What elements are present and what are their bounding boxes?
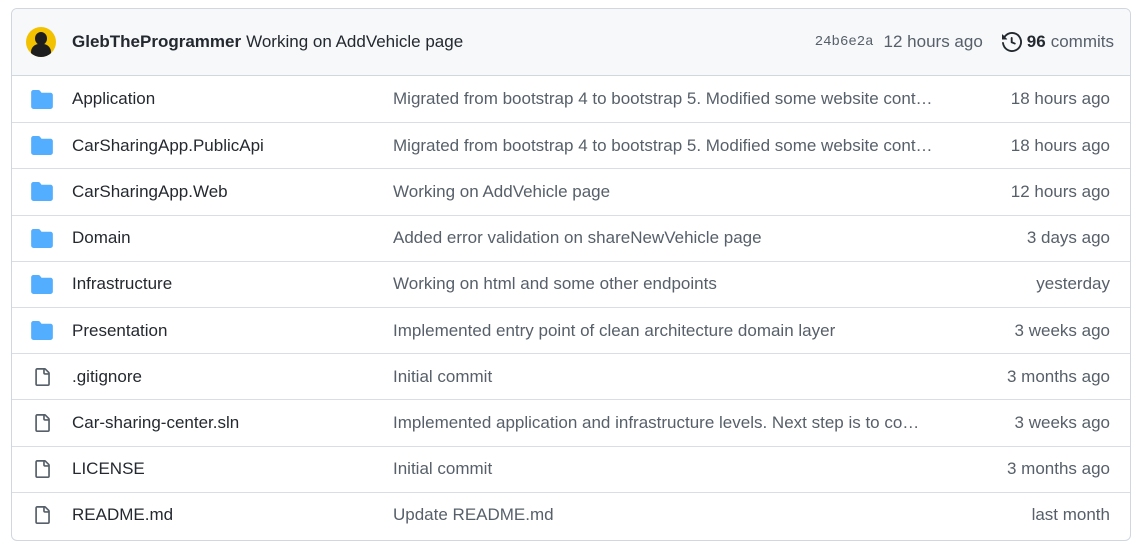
commit-author-link[interactable]: GlebTheProgrammer bbox=[72, 32, 241, 52]
file-icon bbox=[31, 504, 53, 526]
avatar[interactable] bbox=[26, 27, 56, 57]
commit-count: 96 bbox=[1026, 32, 1046, 51]
file-table: Application Migrated from bootstrap 4 to … bbox=[12, 76, 1130, 538]
commit-time: yesterday bbox=[1036, 274, 1110, 294]
file-list-box: GlebTheProgrammer Working on AddVehicle … bbox=[11, 8, 1131, 541]
file-icon bbox=[31, 458, 53, 480]
file-row[interactable]: Application Migrated from bootstrap 4 to … bbox=[12, 76, 1130, 122]
folder-icon bbox=[31, 88, 53, 110]
commit-message-link[interactable]: Added error validation on shareNewVehicl… bbox=[393, 228, 959, 248]
commit-time: 12 hours ago bbox=[883, 32, 983, 51]
file-row[interactable]: CarSharingApp.PublicApi Migrated from boo… bbox=[12, 122, 1130, 168]
file-row[interactable]: LICENSE Initial commit 3 months ago bbox=[12, 445, 1130, 492]
file-row[interactable]: Car-sharing-center.sln Implemented applic… bbox=[12, 399, 1130, 445]
commit-message-link[interactable]: Migrated from bootstrap 4 to bootstrap 5… bbox=[393, 136, 959, 156]
file-name-link[interactable]: CarSharingApp.PublicApi bbox=[72, 136, 264, 156]
commit-message-link[interactable]: Implemented application and infrastructu… bbox=[393, 413, 959, 433]
file-name-link[interactable]: Domain bbox=[72, 228, 131, 248]
file-name-link[interactable]: Presentation bbox=[72, 321, 167, 341]
file-name-link[interactable]: README.md bbox=[72, 505, 173, 525]
commit-message-link[interactable]: Update README.md bbox=[393, 505, 959, 525]
commit-time: 18 hours ago bbox=[1010, 135, 1110, 155]
file-icon bbox=[31, 366, 53, 388]
commit-message-link[interactable]: Initial commit bbox=[393, 367, 959, 387]
commit-time: 3 weeks ago bbox=[1014, 412, 1110, 432]
commit-history-link[interactable]: 96 commits bbox=[1001, 32, 1114, 52]
file-row[interactable]: README.md Update README.md last month bbox=[12, 491, 1130, 538]
file-name-link[interactable]: Infrastructure bbox=[72, 274, 172, 294]
commit-sha-link[interactable]: 24b6e2a bbox=[815, 34, 874, 50]
commit-time: 3 months ago bbox=[1006, 366, 1110, 386]
commit-time: last month bbox=[1031, 505, 1110, 525]
folder-icon bbox=[31, 227, 53, 249]
commit-message-link[interactable]: Implemented entry point of clean archite… bbox=[393, 321, 959, 341]
commit-time: 18 hours ago bbox=[1010, 89, 1110, 109]
file-name-link[interactable]: CarSharingApp.Web bbox=[72, 182, 228, 202]
commit-time: 12 hours ago bbox=[1010, 181, 1110, 201]
commits-label: commits bbox=[1050, 32, 1114, 51]
commit-time: 3 months ago bbox=[1006, 459, 1110, 479]
history-icon bbox=[1001, 32, 1022, 52]
folder-icon bbox=[31, 273, 53, 295]
file-name-link[interactable]: LICENSE bbox=[72, 459, 145, 479]
commit-message-link[interactable]: Working on AddVehicle page bbox=[393, 182, 959, 202]
file-row[interactable]: .gitignore Initial commit 3 months ago bbox=[12, 353, 1130, 399]
file-name-link[interactable]: .gitignore bbox=[72, 367, 142, 387]
file-name-link[interactable]: Car-sharing-center.sln bbox=[72, 413, 239, 433]
folder-icon bbox=[31, 181, 53, 203]
file-row[interactable]: Presentation Implemented entry point of c… bbox=[12, 306, 1130, 353]
folder-icon bbox=[31, 320, 53, 342]
commit-time: 3 days ago bbox=[1026, 228, 1110, 248]
commit-message-link[interactable]: Working on AddVehicle page bbox=[246, 32, 463, 52]
file-icon bbox=[31, 412, 53, 434]
commit-message-link[interactable]: Initial commit bbox=[393, 459, 959, 479]
file-row[interactable]: Infrastructure Working on html and some o… bbox=[12, 260, 1130, 307]
file-name-link[interactable]: Application bbox=[72, 89, 155, 109]
commit-message-link[interactable]: Migrated from bootstrap 4 to bootstrap 5… bbox=[393, 89, 959, 109]
file-row[interactable]: CarSharingApp.Web Working on AddVehicle p… bbox=[12, 168, 1130, 214]
folder-icon bbox=[31, 135, 53, 157]
latest-commit-bar: GlebTheProgrammer Working on AddVehicle … bbox=[12, 9, 1130, 76]
commit-time: 3 weeks ago bbox=[1014, 320, 1110, 340]
file-row[interactable]: Domain Added error validation on shareNew… bbox=[12, 214, 1130, 261]
commit-message-link[interactable]: Working on html and some other endpoints bbox=[393, 274, 959, 294]
